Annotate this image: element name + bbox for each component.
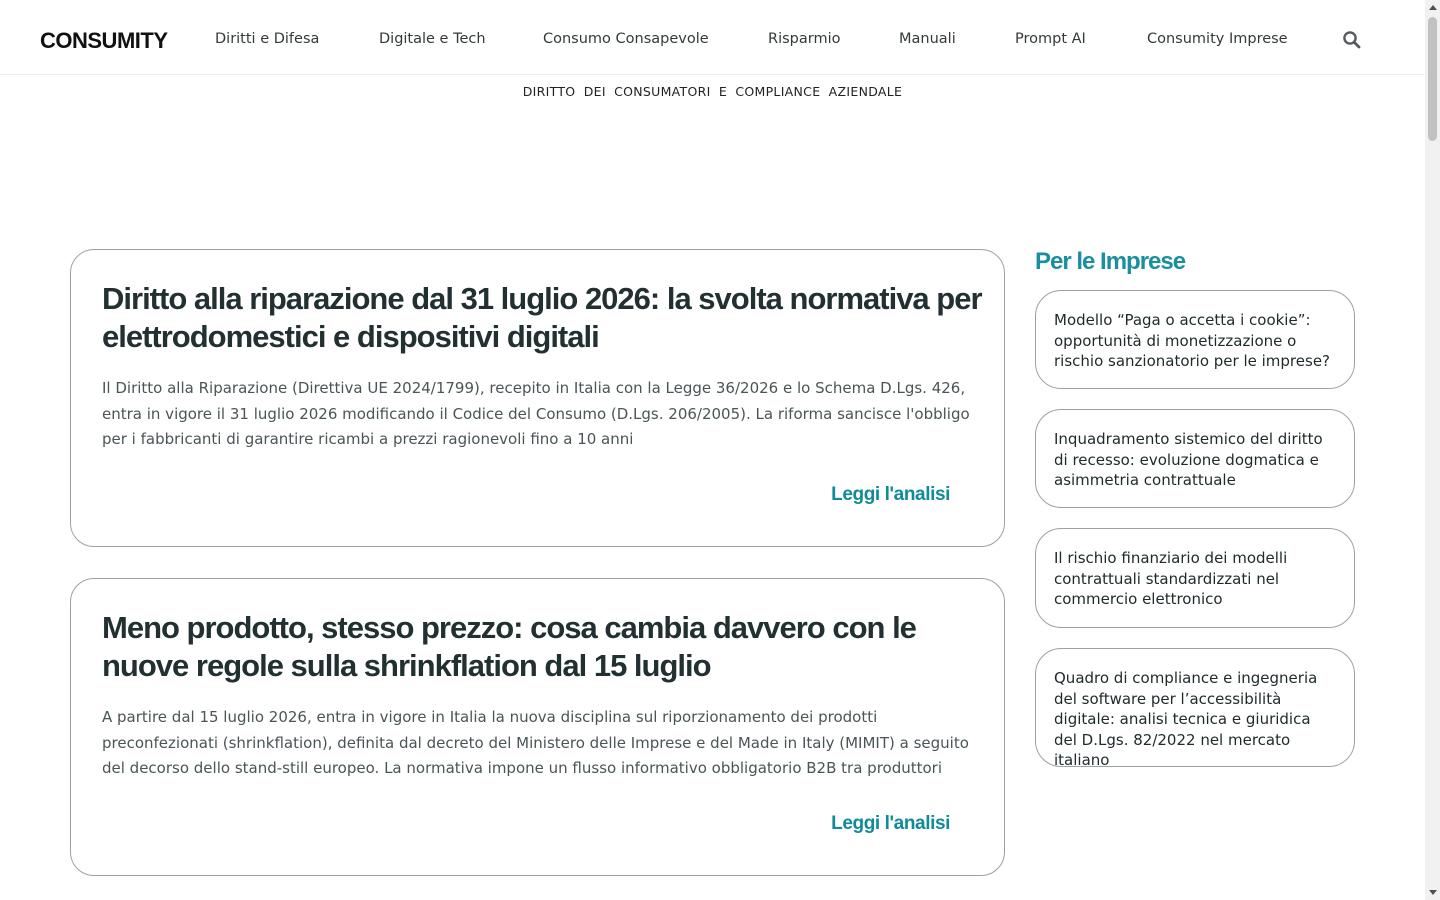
site-tagline: DIRITTO DEI CONSUMATORI E COMPLIANCE AZI… <box>522 84 903 99</box>
search-button[interactable] <box>1342 30 1362 50</box>
article-card: Diritto alla riparazione dal 31 luglio 2… <box>70 249 1005 547</box>
page-scrollbar[interactable] <box>1425 0 1440 900</box>
article-card: Meno prodotto, stesso prezzo: cosa cambi… <box>70 578 1005 876</box>
nav-item-consumo-consapevole[interactable]: Consumo Consapevole <box>543 31 709 47</box>
article-excerpt: Il Diritto alla Riparazione (Direttiva U… <box>102 379 970 448</box>
article-title[interactable]: Meno prodotto, stesso prezzo: cosa cambi… <box>102 609 982 685</box>
nav-item-diritti-e-difesa[interactable]: Diritti e Difesa <box>215 31 319 47</box>
site-logo[interactable]: CONSUMITY <box>40 28 168 54</box>
page: CONSUMITY Diritti e Difesa Digitale e Te… <box>0 0 1440 900</box>
search-icon <box>1343 31 1361 49</box>
read-analysis-link[interactable]: Leggi l'analisi <box>831 813 950 835</box>
sidebar-article-link[interactable]: Il rischio finanziario dei modelli contr… <box>1035 528 1355 628</box>
article-excerpt: A partire dal 15 luglio 2026, entra in v… <box>102 708 969 777</box>
scroll-thumb[interactable] <box>1428 17 1437 141</box>
nav-item-digitale-e-tech[interactable]: Digitale e Tech <box>379 31 486 47</box>
sidebar-heading: Per le Imprese <box>1035 248 1186 275</box>
nav-item-risparmio[interactable]: Risparmio <box>768 31 840 47</box>
nav-item-prompt-ai[interactable]: Prompt AI <box>1015 31 1086 47</box>
sidebar-article-link[interactable]: Quadro di compliance e ingegneria del so… <box>1035 648 1355 769</box>
article-title[interactable]: Diritto alla riparazione dal 31 luglio 2… <box>102 280 983 356</box>
nav-item-consumity-imprese[interactable]: Consumity Imprese <box>1147 31 1288 47</box>
site-header: CONSUMITY Diritti e Difesa Digitale e Te… <box>0 0 1425 75</box>
read-analysis-link[interactable]: Leggi l'analisi <box>831 484 950 506</box>
nav-item-manuali[interactable]: Manuali <box>899 31 956 47</box>
sidebar-article-link[interactable]: Inquadramento sistemico del diritto di r… <box>1035 409 1355 508</box>
sidebar-article-link[interactable]: Modello “Paga o accetta i cookie”: oppor… <box>1035 290 1355 389</box>
scroll-up-arrow-icon[interactable] <box>1429 5 1437 10</box>
scroll-down-arrow-icon[interactable] <box>1429 890 1437 895</box>
